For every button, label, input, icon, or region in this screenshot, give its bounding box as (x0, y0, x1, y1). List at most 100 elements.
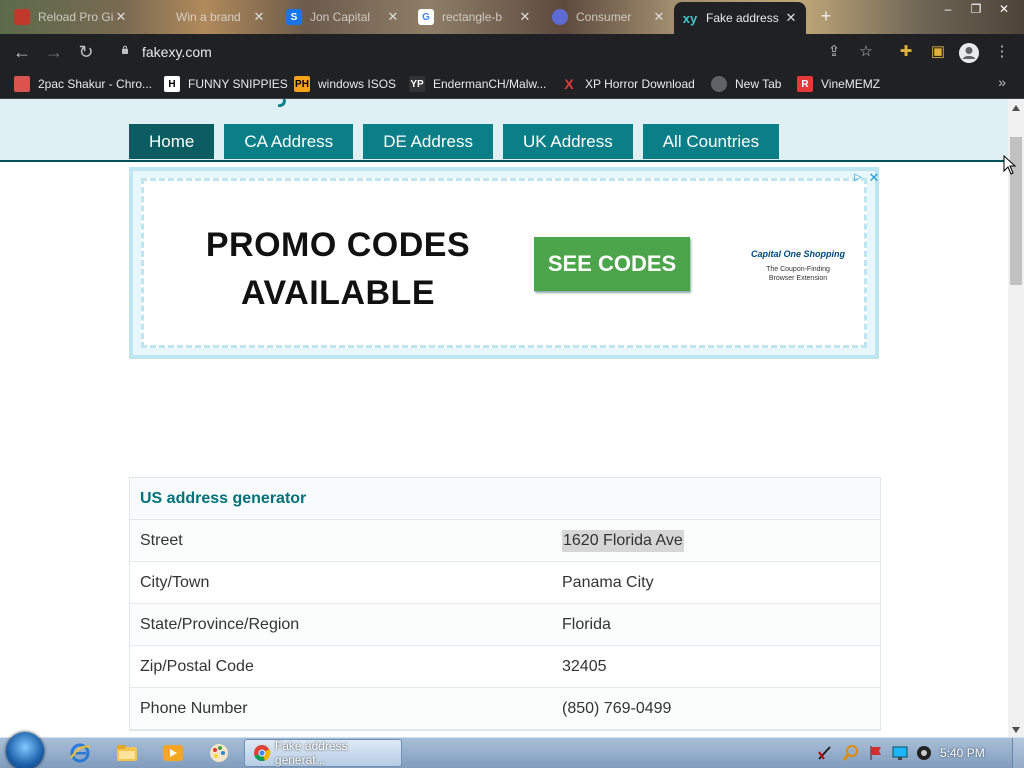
task-title: Fake address generat... (274, 739, 348, 767)
row-value[interactable]: 32405 (562, 646, 607, 687)
chevron-double-right-icon[interactable]: » (998, 74, 1006, 90)
forward-arrow-icon[interactable]: → (44, 42, 64, 62)
r-icon: R (797, 76, 813, 92)
close-icon[interactable]: ✕ (518, 9, 532, 25)
ad-headline-line: PROMO CODES (205, 226, 471, 264)
close-icon[interactable]: ✕ (652, 9, 666, 25)
tab-2[interactable]: Win a brand ✕ (144, 4, 274, 30)
close-icon[interactable]: ✕ (252, 9, 266, 25)
chrome-icon (253, 745, 271, 762)
close-icon[interactable]: ✕ (114, 9, 128, 25)
card-title: US address generator (130, 478, 880, 520)
tab-5[interactable]: Consumer ✕ (544, 4, 674, 30)
profile-avatar-icon[interactable] (958, 42, 979, 63)
lock-icon (122, 45, 128, 54)
row-value[interactable]: (850) 769-0499 (562, 688, 671, 729)
paint-app-icon[interactable] (207, 741, 231, 765)
close-icon[interactable]: ✕ (386, 9, 400, 25)
bookmark-item[interactable]: New Tab (711, 75, 781, 93)
nav-all-countries[interactable]: All Countries (642, 124, 780, 159)
tray-monitor-icon[interactable] (891, 744, 909, 762)
row-value[interactable]: Florida (562, 604, 611, 645)
close-window-icon[interactable]: ✕ (990, 0, 1018, 18)
tab-1[interactable]: Reload Pro Gi ✕ (6, 4, 136, 30)
address-bar[interactable]: fakexy.com (108, 38, 888, 66)
bookmark-label: FUNNY SNIPPIES (188, 77, 288, 91)
globe-icon (711, 76, 727, 92)
ad-tagline: Browser Extension (768, 275, 828, 282)
bookmark-item[interactable]: YP EndermanCH/Malw... (409, 75, 546, 93)
reload-icon[interactable]: ↻ (76, 42, 96, 62)
tray-flag-icon[interactable] (867, 744, 885, 762)
scroll-up-arrow-icon[interactable] (1012, 105, 1020, 111)
table-row: City/Town Panama City (130, 562, 880, 604)
red-splash-favicon-icon (14, 9, 30, 25)
share-icon[interactable]: ⇪ (824, 42, 844, 62)
bookmark-star-icon[interactable]: ☆ (856, 42, 876, 62)
vertical-scrollbar[interactable] (1008, 99, 1024, 737)
bookmark-label: VineMEMZ (821, 77, 881, 91)
tab-title: rectangle-b (442, 10, 503, 24)
back-arrow-icon[interactable]: ← (12, 42, 32, 62)
restore-icon[interactable]: ❐ (962, 0, 990, 18)
internet-explorer-icon[interactable] (68, 741, 92, 765)
bookmark-item[interactable]: X XP Horror Download (561, 75, 695, 93)
windows-taskbar: Fake address generat... 5:40 PM (0, 732, 1024, 768)
browser-toolbar: ← → ↻ fakexy.com ⇪ ☆ ✚ ▣ ⋮ (0, 34, 1024, 70)
web-page: Home CA Address DE Address UK Address Al… (0, 99, 1008, 737)
tray-search-icon[interactable] (842, 744, 860, 762)
side-panel-icon[interactable]: ▣ (928, 42, 948, 62)
s-blue-favicon-icon: S (286, 9, 302, 25)
ad-banner[interactable]: PROMO CODES AVAILABLE SEE CODES Capital … (129, 167, 879, 359)
bookmark-item[interactable]: PH windows ISOS (294, 75, 396, 93)
show-desktop-button[interactable] (1012, 738, 1024, 768)
tab-active[interactable]: xy Fake address ✕ (674, 2, 806, 34)
brand-logo: Capital One Shopping (751, 249, 845, 259)
swirl-favicon-icon (552, 9, 568, 25)
scroll-down-arrow-icon[interactable] (1012, 727, 1020, 733)
bookmarks-bar: 2pac Shakur - Chro... H FUNNY SNIPPIES P… (0, 70, 1024, 99)
address-generator-card: US address generator Street 1620 Florida… (129, 477, 881, 731)
tab-3[interactable]: S Jon Capital ✕ (278, 4, 408, 30)
media-player-icon[interactable] (161, 741, 185, 765)
file-explorer-icon[interactable] (115, 741, 139, 765)
row-value[interactable]: Panama City (562, 562, 654, 603)
close-icon[interactable]: ✕ (784, 10, 798, 26)
tray-volume-icon[interactable] (915, 744, 933, 762)
see-codes-button[interactable]: SEE CODES (534, 237, 690, 291)
system-clock[interactable]: 5:40 PM (940, 746, 985, 760)
extensions-puzzle-icon[interactable]: ✚ (896, 42, 916, 62)
nav-home[interactable]: Home (129, 124, 215, 159)
nav-uk-address[interactable]: UK Address (502, 124, 633, 159)
url-text[interactable]: fakexy.com (142, 44, 212, 60)
tab-title: Fake address (706, 11, 779, 25)
ad-close-icon[interactable]: ✕ (867, 171, 881, 185)
yp-icon: YP (409, 76, 425, 92)
table-row: Phone Number (850) 769-0499 (130, 688, 880, 730)
tab-4[interactable]: G rectangle-b ✕ (410, 4, 540, 30)
new-tab-button[interactable]: + (816, 6, 836, 26)
nav-de-address[interactable]: DE Address (363, 124, 493, 159)
minimize-icon[interactable]: – (934, 0, 962, 18)
bookmark-item[interactable]: 2pac Shakur - Chro... (14, 75, 152, 93)
tray-pen-icon[interactable] (816, 744, 834, 762)
adchoices-icon[interactable]: ▷ (851, 171, 865, 185)
start-orb-icon[interactable] (6, 732, 44, 768)
site-logo-fragment (277, 99, 286, 107)
row-value[interactable]: 1620 Florida Ave (562, 530, 684, 552)
xy-favicon-icon: xy (682, 10, 698, 26)
taskbar-chrome-window[interactable]: Fake address generat... (244, 739, 402, 767)
bookmark-label: New Tab (735, 77, 782, 91)
ad-content[interactable]: PROMO CODES AVAILABLE SEE CODES Capital … (141, 178, 867, 348)
bookmark-item[interactable]: R VineMEMZ (797, 75, 880, 93)
table-row: State/Province/Region Florida (130, 604, 880, 646)
bookmark-label: EndermanCH/Malw... (433, 77, 547, 91)
row-label: Phone Number (140, 700, 248, 717)
menu-kebab-icon[interactable]: ⋮ (992, 42, 1012, 62)
ad-headline-line: AVAILABLE (240, 274, 435, 312)
row-label: City/Town (140, 574, 210, 591)
nav-ca-address[interactable]: CA Address (224, 124, 354, 159)
bookmark-label: 2pac Shakur - Chro... (38, 77, 153, 91)
bookmark-item[interactable]: H FUNNY SNIPPIES (164, 75, 288, 93)
row-label: Street (140, 532, 183, 549)
